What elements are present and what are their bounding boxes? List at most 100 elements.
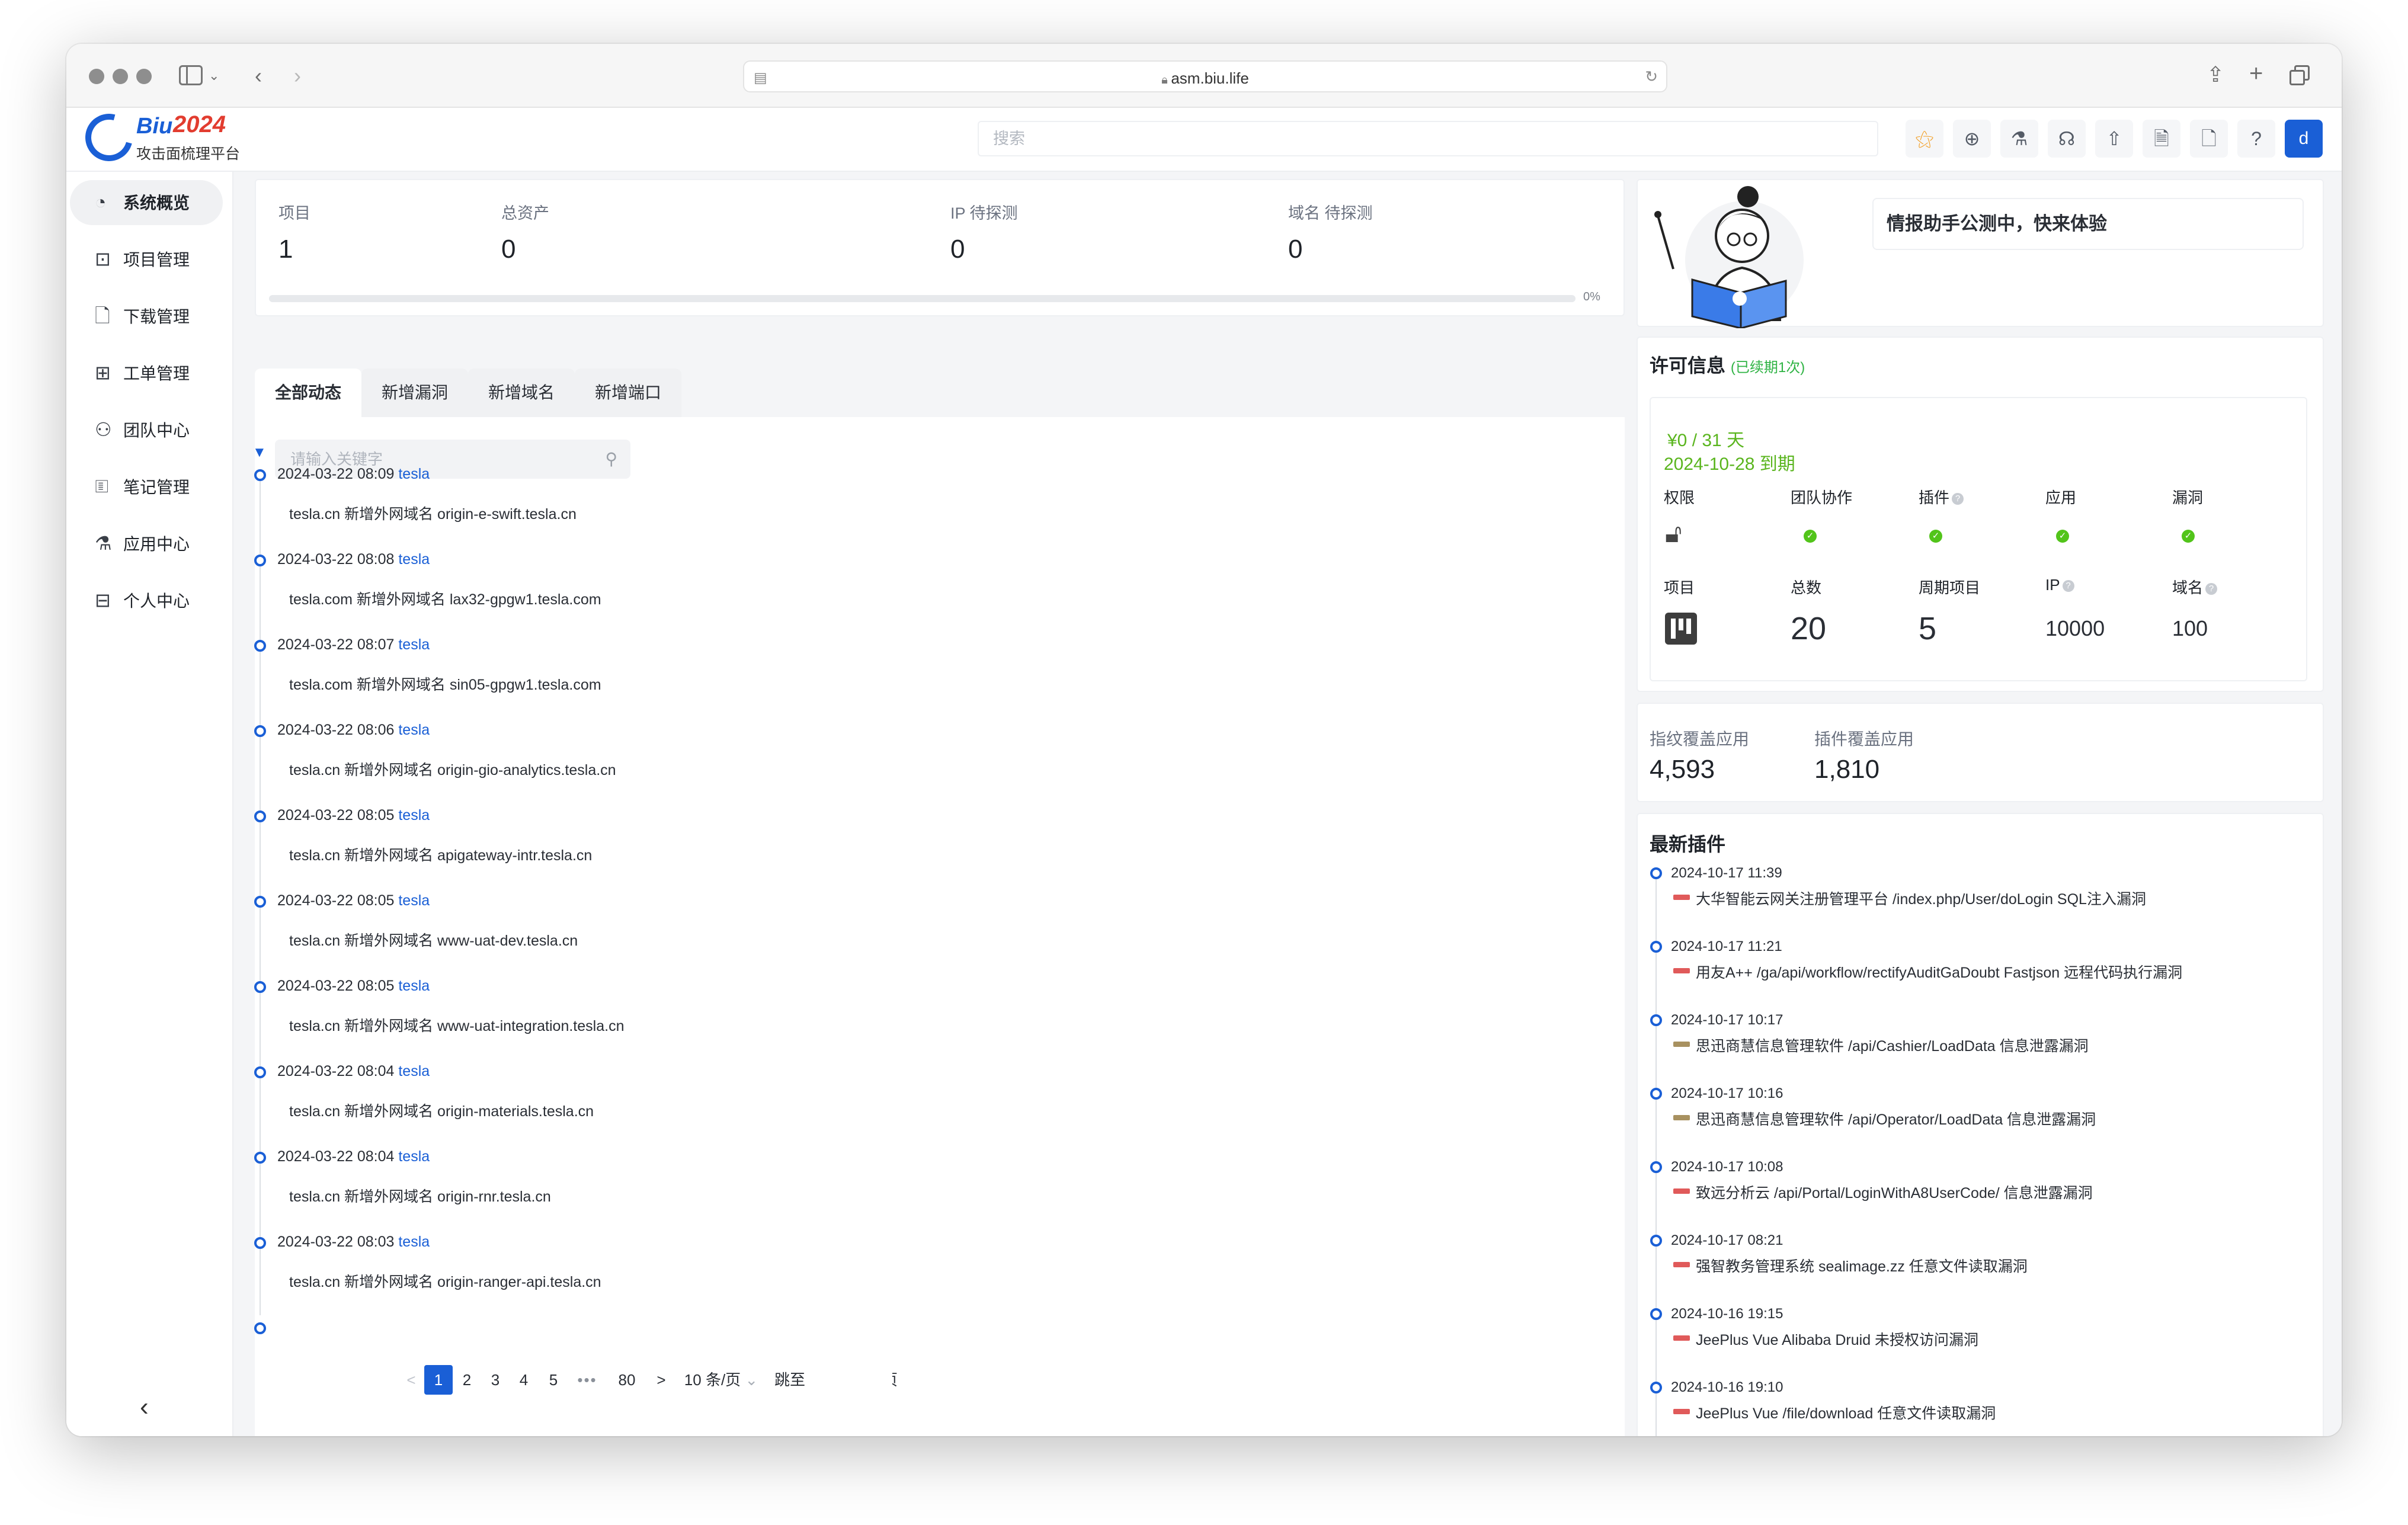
sidebar-item-downloads[interactable]: 🗋︎ 下载管理 [70, 294, 223, 339]
page-size-select[interactable]: 10 条/页 ⌄ [677, 1365, 766, 1395]
timeline-user-link[interactable]: tesla [398, 1063, 430, 1079]
severity-indicator [1673, 968, 1690, 973]
filter-icon[interactable]: ▼ [252, 444, 267, 461]
user-avatar[interactable]: d [2285, 120, 2323, 158]
license-header-periodic: 周期项目 [1919, 579, 1981, 597]
global-search[interactable] [978, 121, 1878, 156]
cluster-icon[interactable]: ⚝ [1906, 120, 1943, 158]
minimize-window-button[interactable] [113, 69, 128, 84]
assistant-illustration [1654, 186, 1804, 328]
timeline-user-link[interactable]: tesla [398, 722, 430, 738]
timeline-date-text: 2024-03-22 08:05 [277, 892, 395, 909]
add-circle-icon[interactable]: ⊕ [1953, 120, 1991, 158]
timeline-user-link[interactable]: tesla [398, 636, 430, 653]
report-icon[interactable]: 🗎︎ [2143, 120, 2180, 158]
info-icon[interactable]: ? [2062, 580, 2074, 592]
plugin-title[interactable]: JeePlus Vue /file/download 任意文件读取漏洞 [1696, 1402, 1996, 1423]
pagination-next-button[interactable]: > [648, 1365, 674, 1395]
plugin-title[interactable]: 强智教务管理系统 sealimage.zz 任意文件读取漏洞 [1696, 1255, 2028, 1276]
plugin-title[interactable]: 用友A++ /ga/api/workflow/rectifyAuditGaDou… [1696, 961, 2182, 982]
reload-icon[interactable]: ↻ [1645, 68, 1658, 86]
document-icon[interactable]: 🗋︎ [2190, 120, 2228, 158]
pagination-page-last[interactable]: 80 [609, 1365, 645, 1395]
license-header-ip: IP? [2045, 576, 2074, 594]
sidebar-item-apps[interactable]: ⚗ 应用中心 [70, 521, 223, 566]
new-tab-icon[interactable]: + [2249, 62, 2263, 85]
help-icon[interactable]: ? [2237, 120, 2275, 158]
plugin-title[interactable]: 大华智能云网关注册管理平台 /index.php/User/doLogin SQ… [1696, 888, 2146, 909]
timeline-user-link[interactable]: tesla [398, 551, 430, 568]
severity-indicator [1673, 1409, 1690, 1414]
timeline-end-dot [254, 1322, 266, 1334]
tab-all-activity[interactable]: 全部动态 [255, 369, 361, 417]
upload-icon[interactable]: ⇧ [2095, 120, 2133, 158]
stat-label-domain-pending: 域名 待探测 [1288, 204, 1373, 222]
pagination-prev-button[interactable]: < [402, 1365, 421, 1395]
headset-icon[interactable]: ☊ [2048, 120, 2086, 158]
info-icon[interactable]: ? [1952, 493, 1964, 505]
stat-value-projects: 1 [278, 235, 293, 264]
pagination-page[interactable]: 3 [482, 1365, 508, 1395]
tab-new-ports[interactable]: 新增端口 [575, 369, 681, 417]
assistant-banner-text[interactable]: 情报助手公测中，快来体验 [1872, 198, 2304, 250]
timeline-user-link[interactable]: tesla [398, 1148, 430, 1165]
dashboard-icon: ◔ [95, 191, 107, 213]
pagination-page[interactable]: 2 [454, 1365, 480, 1395]
close-window-button[interactable] [89, 69, 104, 84]
timeline-user-link[interactable]: tesla [398, 466, 430, 482]
share-icon[interactable]: ⇪ [2207, 64, 2224, 85]
timeline-date-text: 2024-03-22 08:04 [277, 1148, 395, 1165]
tab-new-vulns[interactable]: 新增漏洞 [361, 369, 468, 417]
plugin-title[interactable]: JeePlus Vue Alibaba Druid 未授权访问漏洞 [1696, 1328, 1978, 1350]
timeline-date: 2024-03-22 08:05 tesla [277, 807, 430, 824]
forward-button[interactable]: › [294, 65, 301, 86]
back-button[interactable]: ‹ [255, 65, 262, 86]
global-search-input[interactable] [979, 122, 1877, 155]
plugin-title[interactable]: 思迅商慧信息管理软件 /api/Cashier/LoadData 信息泄露漏洞 [1696, 1034, 2089, 1056]
zoom-window-button[interactable] [136, 69, 152, 84]
progress-bar [269, 295, 1576, 302]
plugin-title[interactable]: 思迅商慧信息管理软件 /api/Operator/LoadData 信息泄露漏洞 [1696, 1108, 2096, 1129]
sidebar-item-profile[interactable]: ⊟ 个人中心 [70, 578, 223, 623]
stat-label-assets: 总资产 [501, 204, 549, 222]
sidebar-item-team[interactable]: ⚇ 团队中心 [70, 408, 223, 453]
severity-indicator [1673, 1262, 1690, 1267]
browser-toolbar: ⌄ ‹ › ▤ 🔒︎ asm.biu.life ↻ ⇪ + [66, 44, 2342, 108]
stat-value-assets: 0 [501, 235, 516, 264]
license-header-domain: 域名? [2172, 576, 2218, 598]
timeline-user-link[interactable]: tesla [398, 807, 430, 824]
license-domain-value: 100 [2172, 616, 2208, 640]
sidebar-item-overview[interactable]: ◔ 系统概览 [70, 180, 223, 225]
info-icon[interactable]: ? [2205, 583, 2218, 595]
timeline-date-text: 2024-03-22 08:04 [277, 1063, 395, 1079]
timeline-user-link[interactable]: tesla [398, 978, 430, 994]
pagination-page[interactable]: 5 [540, 1365, 566, 1395]
chevron-down-icon[interactable]: ⌄ [209, 65, 219, 86]
timeline-user-link[interactable]: tesla [398, 892, 430, 909]
plugin-date: 2024-10-17 11:39 [1671, 865, 1782, 881]
address-bar[interactable]: ▤ 🔒︎ asm.biu.life ↻ [743, 60, 1667, 92]
file-icon: 🗋︎ [95, 305, 110, 326]
pagination-page[interactable]: 1 [424, 1365, 453, 1395]
sidebar-item-notes[interactable]: 🗉︎ 笔记管理 [70, 464, 223, 510]
tab-overview-icon[interactable] [2289, 65, 2311, 86]
pagination-ellipsis[interactable]: ••• [569, 1365, 606, 1395]
sidebar-item-projects[interactable]: ⊡ 项目管理 [70, 237, 223, 282]
tab-new-domains[interactable]: 新增域名 [468, 369, 575, 417]
pagination: < 1 2 3 4 5 ••• 80 > 10 条/页 ⌄ 跳至 页 [297, 1365, 908, 1401]
sidebar-toggle-icon[interactable] [179, 65, 203, 85]
timeline-date: 2024-03-22 08:03 tesla [277, 1234, 430, 1251]
url-value: asm.biu.life [1171, 69, 1249, 87]
unlock-icon: 🔓︎ [1665, 519, 1682, 548]
sidebar-item-tickets[interactable]: ⊞ 工单管理 [70, 351, 223, 396]
search-icon[interactable]: ⚲ [605, 449, 617, 469]
severity-indicator [1673, 1335, 1690, 1341]
timeline-user-link[interactable]: tesla [398, 1234, 430, 1250]
plugin-title[interactable]: 致远分析云 /api/Portal/LoginWithA8UserCode/ 信… [1696, 1181, 2093, 1203]
collapse-sidebar-icon[interactable]: ‹ [140, 1392, 149, 1422]
flask-icon[interactable]: ⚗ [2000, 120, 2038, 158]
license-header-project: 项目 [1664, 579, 1695, 597]
pagination-page[interactable]: 4 [511, 1365, 537, 1395]
jump-page-input[interactable] [838, 1361, 892, 1398]
sidebar-item-label: 下载管理 [123, 307, 190, 326]
